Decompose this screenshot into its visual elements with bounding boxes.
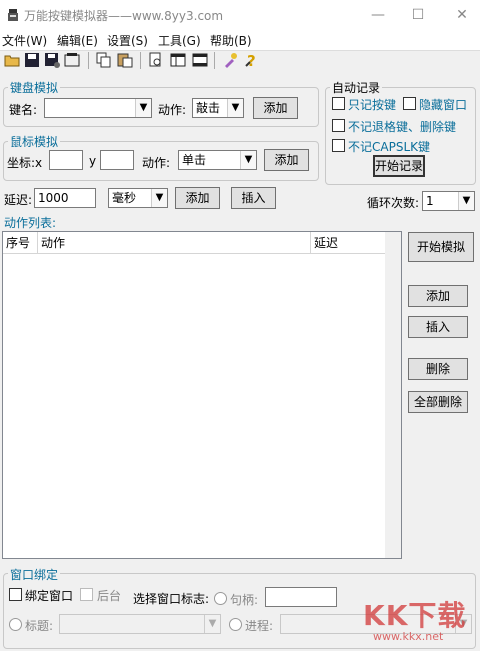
mouse-group-label: 鼠标模拟 — [8, 133, 61, 150]
chevron-down-icon: ▼ — [135, 99, 151, 117]
start-record-button[interactable]: 开始记录 — [373, 155, 425, 177]
col-action[interactable]: 动作 — [38, 232, 311, 254]
action-list[interactable]: 序号 动作 延迟 — [2, 231, 402, 559]
toolbar-separator — [140, 52, 141, 69]
settings-icon[interactable] — [64, 52, 80, 68]
watermark-url: www.kkx.net — [373, 630, 444, 643]
start-simulation-button[interactable]: 开始模拟 — [408, 232, 474, 262]
background-label: 后台 — [97, 589, 122, 603]
skip-backspace-label: 不记退格键、删除键 — [348, 120, 457, 134]
delay-unit-select[interactable]: 毫秒 ▼ — [108, 188, 168, 208]
mouse-action-select[interactable]: 单击 ▼ — [178, 150, 257, 170]
chevron-down-icon: ▼ — [458, 192, 474, 210]
handle-input[interactable] — [265, 587, 337, 607]
action-list-title: 动作列表: — [4, 216, 57, 230]
only-keys-label: 只记按键 — [348, 98, 397, 112]
x-input[interactable] — [49, 150, 83, 170]
save-icon[interactable] — [24, 52, 40, 68]
mouse-action-label: 动作: — [142, 156, 171, 170]
side-add-button[interactable]: 添加 — [408, 285, 468, 307]
col-delay[interactable]: 延迟 — [311, 232, 386, 254]
toolbar-separator — [88, 52, 89, 69]
col-index[interactable]: 序号 — [3, 232, 38, 254]
minimize-button[interactable]: — — [364, 4, 392, 26]
title-radio[interactable] — [9, 618, 22, 631]
coord-x-label: 坐标:x — [7, 156, 43, 170]
delete-all-button[interactable]: 全部删除 — [408, 391, 468, 413]
kb-action-select[interactable]: 敲击 ▼ — [192, 98, 244, 118]
title-label: 标题: — [25, 619, 54, 633]
hide-window-label: 隐藏窗口 — [419, 98, 468, 112]
select-flag-label: 选择窗口标志: — [133, 592, 210, 606]
hide-window-checkbox[interactable] — [403, 97, 416, 110]
process-label: 进程: — [245, 619, 274, 633]
coord-y-label: y — [89, 154, 97, 168]
delay-label: 延迟: — [4, 193, 33, 207]
menu-settings[interactable]: 设置(S) — [107, 32, 148, 49]
window-bind-label: 窗口绑定 — [8, 566, 61, 583]
save-as-icon[interactable] — [44, 52, 60, 68]
delay-insert-button[interactable]: 插入 — [231, 187, 276, 209]
list-scrollbar[interactable] — [385, 232, 401, 558]
skip-backspace-checkbox[interactable] — [332, 119, 345, 132]
kb-action-label: 动作: — [158, 103, 187, 117]
process-radio[interactable] — [229, 618, 242, 631]
columns-icon[interactable] — [170, 52, 186, 68]
skip-capslk-label: 不记CAPSLK键 — [348, 140, 430, 154]
menu-file[interactable]: 文件(W) — [2, 32, 47, 49]
background-checkbox[interactable] — [80, 588, 93, 601]
autorecord-group-label: 自动记录 — [330, 79, 383, 96]
bind-window-label: 绑定窗口 — [25, 589, 74, 603]
mouse-add-button[interactable]: 添加 — [264, 149, 309, 171]
handle-radio[interactable] — [214, 592, 227, 605]
delay-input[interactable]: 1000 — [34, 188, 96, 208]
menu-help[interactable]: 帮助(B) — [210, 32, 252, 49]
y-input[interactable] — [100, 150, 134, 170]
svg-text:?: ? — [247, 52, 256, 68]
help-icon[interactable]: ? — [244, 52, 260, 68]
list-header: 序号 动作 延迟 — [3, 232, 386, 254]
key-name-select[interactable]: ▼ — [44, 98, 152, 118]
kb-add-button[interactable]: 添加 — [253, 97, 298, 119]
open-folder-icon[interactable] — [4, 52, 20, 68]
skip-capslk-checkbox[interactable] — [332, 139, 345, 152]
window-title: 万能按键模拟器——www.8yy3.com — [24, 9, 224, 23]
loop-count-label: 循环次数: — [367, 196, 420, 210]
keyboard-group-label: 键盘模拟 — [8, 79, 61, 96]
window-icon[interactable] — [192, 52, 208, 68]
chevron-down-icon: ▼ — [240, 151, 256, 169]
tools-icon[interactable] — [222, 52, 238, 68]
menu-edit[interactable]: 编辑(E) — [57, 32, 98, 49]
handle-label: 句柄: — [230, 593, 259, 607]
key-name-label: 键名: — [9, 103, 38, 117]
close-button[interactable]: ✕ — [448, 4, 476, 26]
loop-count-select[interactable]: 1 ▼ — [422, 191, 475, 211]
maximize-button[interactable]: ☐ — [404, 4, 432, 26]
delay-add-button[interactable]: 添加 — [175, 187, 220, 209]
delete-button[interactable]: 删除 — [408, 358, 468, 380]
app-icon — [8, 9, 18, 21]
copy-icon[interactable] — [96, 52, 112, 68]
chevron-down-icon: ▼ — [151, 189, 167, 207]
title-select[interactable]: ▼ — [59, 614, 221, 634]
paste-icon[interactable] — [117, 52, 133, 68]
watermark-logo: KK下载 www.kkx.net — [355, 590, 475, 650]
only-keys-checkbox[interactable] — [332, 97, 345, 110]
chevron-down-icon: ▼ — [204, 615, 220, 633]
menu-tools[interactable]: 工具(G) — [158, 32, 201, 49]
chevron-down-icon: ▼ — [227, 99, 243, 117]
toolbar-separator — [214, 52, 215, 69]
side-insert-button[interactable]: 插入 — [408, 316, 468, 338]
preview-icon[interactable] — [148, 52, 164, 68]
bind-window-checkbox[interactable] — [9, 588, 22, 601]
watermark-text: KK下载 — [363, 599, 467, 632]
